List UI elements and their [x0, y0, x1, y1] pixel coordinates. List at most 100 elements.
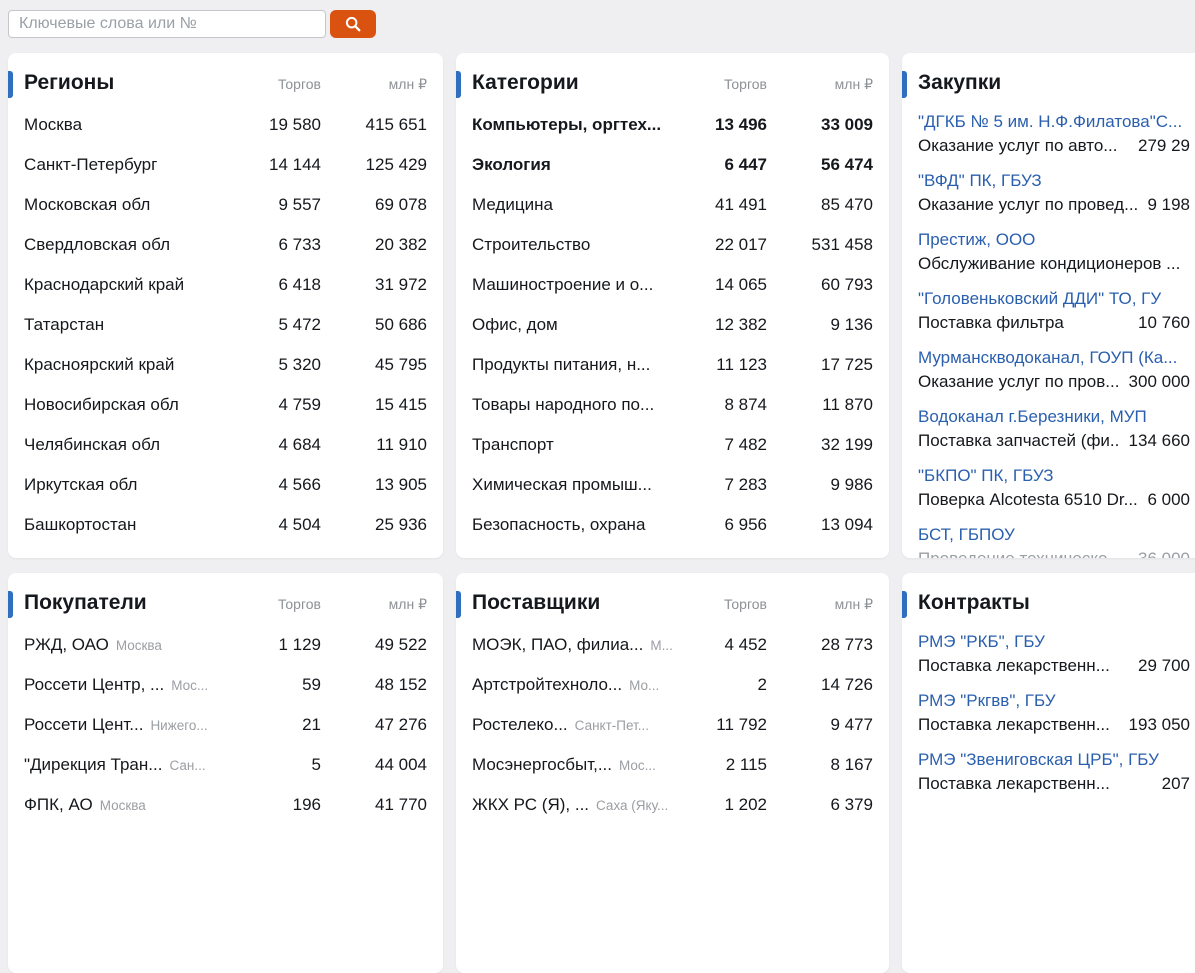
procurement-org-link[interactable]: "Головеньковский ДДИ" ТО, ГУ [918, 289, 1190, 309]
category-torgov-value: 6 956 [675, 515, 767, 535]
col-header-mln: млн ₽ [321, 596, 427, 613]
region-name[interactable]: Красноярский край [24, 355, 229, 375]
category-name[interactable]: Машиностроение и о... [472, 275, 675, 295]
category-name[interactable]: Товары народного по... [472, 395, 675, 415]
contract-org-link[interactable]: РМЭ "РКБ", ГБУ [918, 632, 1190, 652]
col-header-torgov: Торгов [229, 596, 321, 612]
region-name[interactable]: Свердловская обл [24, 235, 229, 255]
category-mln-value: 9 136 [767, 315, 873, 335]
procurement-line: Проведение техническо... 36 000 [918, 549, 1190, 558]
supplier-torgov-value: 11 792 [675, 715, 767, 735]
procurement-org-link[interactable]: "БКПО" ПК, ГБУЗ [918, 466, 1190, 486]
region-row[interactable]: Челябинская обл 4 684 11 910 [24, 425, 427, 465]
category-mln-value: 17 725 [767, 355, 873, 375]
region-row[interactable]: Башкортостан 4 504 25 936 [24, 505, 427, 545]
buyer-row[interactable]: РЖД, ОАОМосква 1 129 49 522 [24, 625, 427, 665]
card-contracts-title: Контракты [918, 591, 1190, 615]
category-row[interactable]: Товары народного по... 8 874 11 870 [472, 385, 873, 425]
category-row[interactable]: Продукты питания, н... 11 123 17 725 [472, 345, 873, 385]
category-name[interactable]: Химическая промыш... [472, 475, 675, 495]
buyer-row[interactable]: ФПК, АОМосква 196 41 770 [24, 785, 427, 825]
category-name[interactable]: Медицина [472, 195, 675, 215]
supplier-row[interactable]: Артстройтехноло...Мо... 2 14 726 [472, 665, 873, 705]
region-name[interactable]: Новосибирская обл [24, 395, 229, 415]
procurement-org-link[interactable]: БСТ, ГБПОУ [918, 525, 1190, 545]
supplier-region: Саха (Яку... [596, 798, 668, 813]
region-name[interactable]: Башкортостан [24, 515, 229, 535]
category-row[interactable]: Строительство 22 017 531 458 [472, 225, 873, 265]
region-row[interactable]: Краснодарский край 6 418 31 972 [24, 265, 427, 305]
buyer-row[interactable]: Россети Цент...Нижего... 21 47 276 [24, 705, 427, 745]
buyer-torgov-value: 21 [229, 715, 321, 735]
region-name[interactable]: Иркутская обл [24, 475, 229, 495]
region-row[interactable]: Новосибирская обл 4 759 15 415 [24, 385, 427, 425]
region-row[interactable]: Москва 19 580 415 651 [24, 105, 427, 145]
contract-org-link[interactable]: РМЭ "Ркгвв", ГБУ [918, 691, 1190, 711]
supplier-mln-value: 6 379 [767, 795, 873, 815]
category-name[interactable]: Экология [472, 155, 675, 175]
procurement-org-link[interactable]: Водоканал г.Березники, МУП [918, 407, 1190, 427]
region-name[interactable]: Санкт-Петербург [24, 155, 229, 175]
buyer-row[interactable]: "Дирекция Тран...Сан... 5 44 004 [24, 745, 427, 785]
buyer-name-link[interactable]: Россети Центр, ... [24, 675, 164, 694]
contract-org-link[interactable]: РМЭ "Звениговская ЦРБ", ГБУ [918, 750, 1190, 770]
buyer-row[interactable]: Россети Центр, ...Мос... 59 48 152 [24, 665, 427, 705]
category-row[interactable]: Машиностроение и о... 14 065 60 793 [472, 265, 873, 305]
supplier-row[interactable]: Мосэнергосбыт,...Мос... 2 115 8 167 [472, 745, 873, 785]
procurement-org-link[interactable]: "ВФД" ПК, ГБУЗ [918, 171, 1190, 191]
supplier-row[interactable]: Ростелеко...Санкт-Пет... 11 792 9 477 [472, 705, 873, 745]
region-name[interactable]: Челябинская обл [24, 435, 229, 455]
region-name[interactable]: Москва [24, 115, 229, 135]
procurement-desc: Проведение техническо... [918, 549, 1128, 558]
category-torgov-value: 22 017 [675, 235, 767, 255]
supplier-name-link[interactable]: Артстройтехноло... [472, 675, 622, 694]
category-torgov-value: 7 283 [675, 475, 767, 495]
region-row[interactable]: Московская обл 9 557 69 078 [24, 185, 427, 225]
buyer-name-link[interactable]: Россети Цент... [24, 715, 143, 734]
category-row[interactable]: Компьютеры, оргтех... 13 496 33 009 [472, 105, 873, 145]
procurement-org-link[interactable]: Мурманскводоканал, ГОУП (Ка... [918, 348, 1190, 368]
category-name[interactable]: Продукты питания, н... [472, 355, 675, 375]
regions-list: Москва 19 580 415 651 Санкт-Петербург 14… [24, 105, 427, 545]
region-name[interactable]: Московская обл [24, 195, 229, 215]
procurement-price: 10 760 [1138, 313, 1190, 333]
category-name[interactable]: Строительство [472, 235, 675, 255]
procurement-item: "БКПО" ПК, ГБУЗ Поверка Alcotesta 6510 D… [918, 459, 1190, 518]
supplier-name-link[interactable]: МОЭК, ПАО, филиа... [472, 635, 643, 654]
buyer-name-link[interactable]: РЖД, ОАО [24, 635, 109, 654]
region-row[interactable]: Санкт-Петербург 14 144 125 429 [24, 145, 427, 185]
region-row[interactable]: Красноярский край 5 320 45 795 [24, 345, 427, 385]
category-name[interactable]: Компьютеры, оргтех... [472, 115, 675, 135]
search-button[interactable] [330, 10, 376, 38]
category-row[interactable]: Химическая промыш... 7 283 9 986 [472, 465, 873, 505]
supplier-name-link[interactable]: Ростелеко... [472, 715, 568, 734]
category-row[interactable]: Экология 6 447 56 474 [472, 145, 873, 185]
supplier-mln-value: 8 167 [767, 755, 873, 775]
category-name[interactable]: Офис, дом [472, 315, 675, 335]
contract-item: РМЭ "Ркгвв", ГБУ Поставка лекарственн...… [918, 684, 1190, 743]
search-input[interactable] [8, 10, 326, 38]
category-torgov-value: 7 482 [675, 435, 767, 455]
category-row[interactable]: Транспорт 7 482 32 199 [472, 425, 873, 465]
region-row[interactable]: Свердловская обл 6 733 20 382 [24, 225, 427, 265]
col-header-torgov: Торгов [675, 596, 767, 612]
supplier-row[interactable]: ЖКХ РС (Я), ...Саха (Яку... 1 202 6 379 [472, 785, 873, 825]
region-row[interactable]: Иркутская обл 4 566 13 905 [24, 465, 427, 505]
buyer-region: Сан... [169, 758, 205, 773]
buyer-name-link[interactable]: "Дирекция Тран... [24, 755, 162, 774]
procurement-org-link[interactable]: "ДГКБ № 5 им. Н.Ф.Филатова"С... [918, 112, 1190, 132]
supplier-name-link[interactable]: Мосэнергосбыт,... [472, 755, 612, 774]
region-mln-value: 125 429 [321, 155, 427, 175]
region-name[interactable]: Татарстан [24, 315, 229, 335]
card-buyers-title: Покупатели [24, 591, 229, 615]
category-row[interactable]: Медицина 41 491 85 470 [472, 185, 873, 225]
procurement-org-link[interactable]: Престиж, ООО [918, 230, 1190, 250]
category-row[interactable]: Безопасность, охрана 6 956 13 094 [472, 505, 873, 545]
category-row[interactable]: Офис, дом 12 382 9 136 [472, 305, 873, 345]
region-name[interactable]: Краснодарский край [24, 275, 229, 295]
category-name[interactable]: Транспорт [472, 435, 675, 455]
region-mln-value: 415 651 [321, 115, 427, 135]
category-name[interactable]: Безопасность, охрана [472, 515, 675, 535]
region-row[interactable]: Татарстан 5 472 50 686 [24, 305, 427, 345]
supplier-row[interactable]: МОЭК, ПАО, филиа...М... 4 452 28 773 [472, 625, 873, 665]
